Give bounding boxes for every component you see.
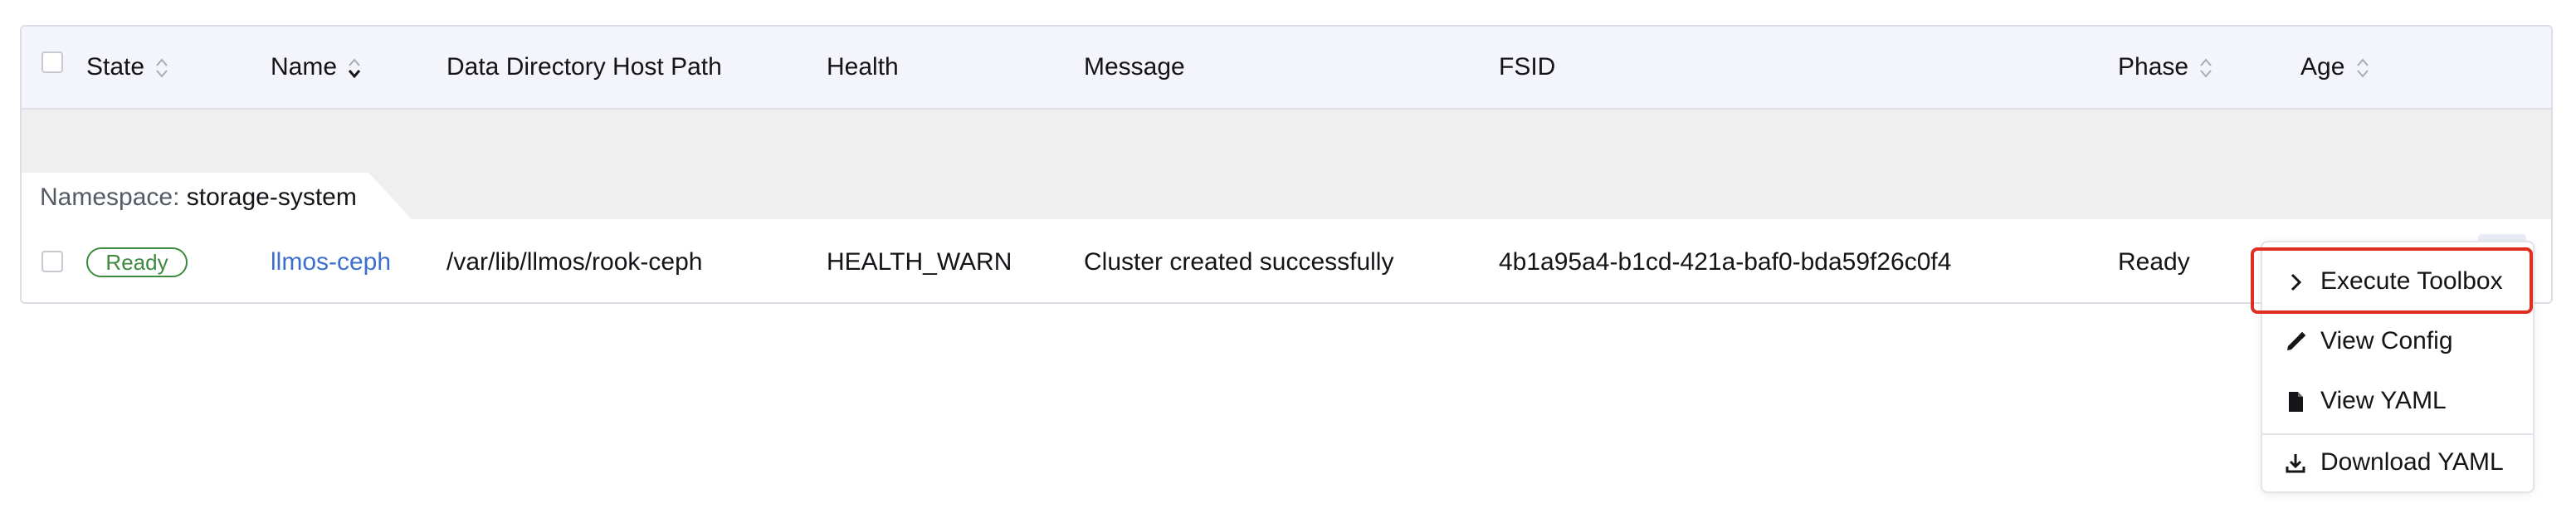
file-icon (2289, 392, 2303, 412)
select-all-checkbox[interactable] (41, 51, 63, 73)
column-phase-label: Phase (2118, 53, 2189, 81)
cluster-name-link[interactable]: llmos-ceph (271, 219, 391, 302)
menu-item-view-yaml[interactable]: View YAML (2262, 374, 2533, 428)
menu-item-download-yaml[interactable]: Download YAML (2262, 435, 2533, 490)
sort-icon (2356, 58, 2369, 78)
clusters-table: State Name Data Directory Host Path Heal… (20, 25, 2553, 304)
column-header-data-dir: Data Directory Host Path (446, 27, 722, 108)
column-health-label: Health (827, 53, 899, 81)
message-cell: Cluster created successfully (1084, 248, 1394, 276)
fsid-cell: 4b1a95a4-b1cd-421a-baf0-bda59f26c0f4 (1499, 248, 1952, 276)
download-icon (2286, 454, 2305, 473)
table-header: State Name Data Directory Host Path Heal… (22, 27, 2551, 110)
status-badge: Ready (86, 247, 188, 277)
column-age-label: Age (2300, 53, 2345, 81)
column-data-dir-label: Data Directory Host Path (446, 53, 722, 81)
data-dir-cell: /var/lib/llmos/rook-ceph (446, 248, 703, 276)
column-header-age[interactable]: Age (2300, 27, 2370, 108)
column-message-label: Message (1084, 53, 1185, 81)
column-state-label: State (86, 53, 145, 81)
namespace-value: storage-system (186, 183, 357, 211)
menu-item-label: View YAML (2320, 387, 2447, 414)
menu-item-view-config[interactable]: View Config (2262, 314, 2533, 369)
sort-icon (156, 58, 168, 78)
column-header-fsid: FSID (1499, 27, 1555, 108)
column-header-health: Health (827, 27, 899, 108)
menu-item-label: View Config (2320, 327, 2453, 354)
namespace-key: Namespace: (40, 183, 180, 211)
sort-icon (2200, 58, 2213, 78)
health-cell: HEALTH_WARN (827, 248, 1012, 276)
column-header-state[interactable]: State (86, 27, 169, 108)
column-name-label: Name (271, 53, 338, 81)
column-fsid-label: FSID (1499, 53, 1556, 81)
column-header-phase[interactable]: Phase (2118, 27, 2213, 108)
row-checkbox[interactable] (41, 251, 63, 272)
pencil-icon (2287, 331, 2306, 350)
menu-item-label: Download YAML (2320, 448, 2504, 476)
column-header-name[interactable]: Name (271, 27, 362, 108)
phase-cell: Ready (2118, 248, 2190, 276)
highlight-box (2251, 247, 2533, 314)
namespace-group-label: Namespace: storage-system (40, 173, 357, 219)
column-header-message: Message (1084, 27, 1185, 108)
sort-ascending-icon (349, 58, 361, 79)
